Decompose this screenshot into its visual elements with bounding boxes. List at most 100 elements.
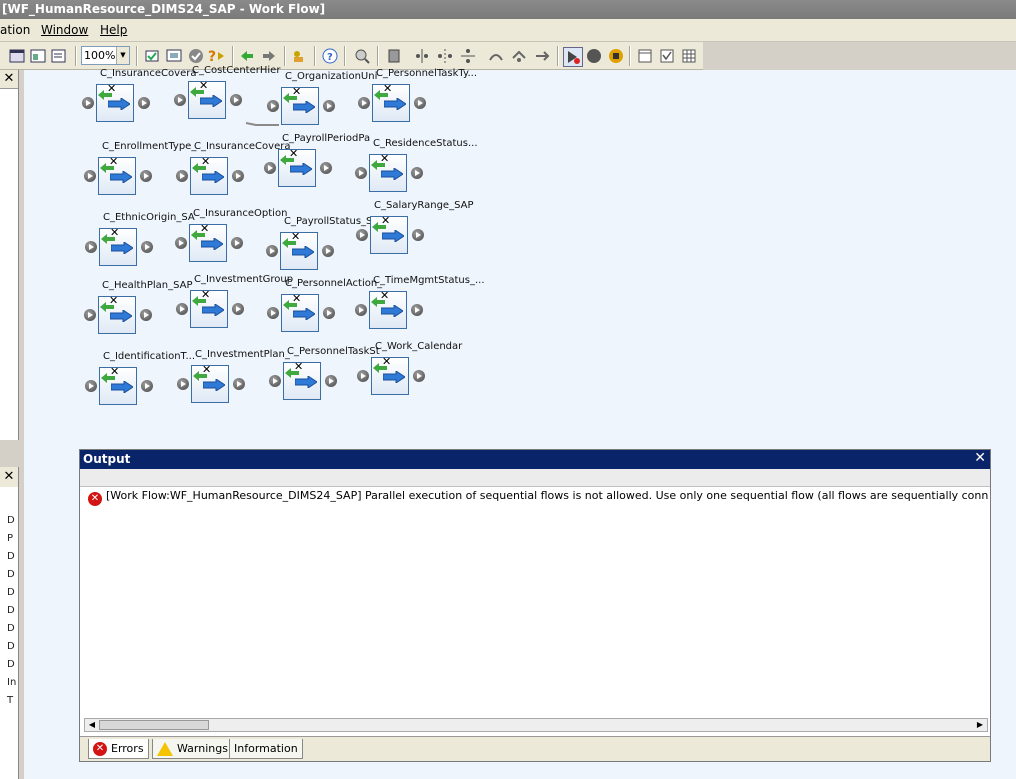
left-list-item[interactable]: D [7, 605, 15, 616]
output-port-icon[interactable] [231, 237, 243, 249]
input-port-icon[interactable] [176, 303, 188, 315]
user-key-icon[interactable] [290, 47, 308, 65]
error-tab-icon: ✕ [93, 741, 107, 756]
output-port-icon[interactable] [141, 380, 153, 392]
input-port-icon[interactable] [358, 97, 370, 109]
check-icon[interactable] [187, 47, 205, 65]
input-port-icon[interactable] [356, 229, 368, 241]
output-port-icon[interactable] [414, 97, 426, 109]
input-port-icon[interactable] [266, 245, 278, 257]
distribute-horizontal-icon[interactable] [436, 47, 454, 65]
output-port-icon[interactable] [233, 378, 245, 390]
input-port-icon[interactable] [85, 380, 97, 392]
output-port-icon[interactable] [323, 100, 335, 112]
output-port-icon[interactable] [141, 241, 153, 253]
node-label: C_PayrollPeriodPa [282, 133, 371, 144]
input-port-icon[interactable] [85, 241, 97, 253]
menu-item-window[interactable]: Window [41, 23, 88, 37]
horizontal-scrollbar[interactable]: ◀ ▶ [84, 718, 988, 732]
output-port-icon[interactable] [325, 375, 337, 387]
validate-icon[interactable] [143, 47, 161, 65]
flow-icon-1[interactable] [487, 47, 505, 65]
tab-errors[interactable]: ✕ Errors [88, 739, 149, 759]
grid-icon[interactable] [680, 47, 698, 65]
debug-icon[interactable] [563, 47, 583, 67]
output-port-icon[interactable] [323, 307, 335, 319]
node-label: C_EnrollmentType_ [102, 141, 197, 152]
left-list-item[interactable]: D [7, 623, 15, 634]
input-port-icon[interactable] [264, 162, 276, 174]
zoom-fit-icon[interactable] [353, 47, 371, 65]
flow-icon-3[interactable] [533, 47, 551, 65]
input-port-icon[interactable] [84, 309, 96, 321]
output-port-icon[interactable] [320, 162, 332, 174]
output-port-icon[interactable] [322, 245, 334, 257]
back-arrow-icon[interactable] [238, 47, 256, 65]
left-list-item[interactable]: D [7, 569, 15, 580]
scroll-thumb[interactable] [99, 720, 209, 730]
layout-icon[interactable] [29, 47, 47, 65]
flow-icon-2[interactable] [510, 47, 528, 65]
dataflow-icon: ✕ [281, 85, 319, 125]
error-message-row[interactable]: ✕ [Work Flow:WF_HumanResource_DIMS24_SAP]… [88, 488, 988, 506]
view-icon-2[interactable] [658, 47, 676, 65]
input-port-icon[interactable] [357, 370, 369, 382]
scroll-right-icon[interactable]: ▶ [973, 719, 987, 731]
left-list-item[interactable]: D [7, 641, 15, 652]
output-port-icon[interactable] [411, 304, 423, 316]
output-port-icon[interactable] [411, 167, 423, 179]
output-close-icon[interactable]: ✕ [974, 450, 986, 466]
menu-item-help[interactable]: Help [100, 23, 127, 37]
tab-information[interactable]: Information [229, 739, 303, 759]
breakpoint-icon[interactable] [585, 47, 603, 65]
menu-item-ation[interactable]: ation [0, 23, 30, 37]
properties-icon[interactable] [50, 47, 68, 65]
left-list-item[interactable]: D [7, 515, 15, 526]
stop-icon[interactable] [607, 47, 625, 65]
input-port-icon[interactable] [84, 170, 96, 182]
tab-warnings[interactable]: Warnings [152, 739, 233, 759]
left-list-item[interactable]: P [7, 533, 13, 544]
output-port-icon[interactable] [413, 370, 425, 382]
input-port-icon[interactable] [267, 100, 279, 112]
left-list-item[interactable]: D [7, 587, 15, 598]
zoom-select[interactable]: 100% ▼ [81, 46, 130, 65]
distribute-vertical-icon[interactable] [459, 47, 477, 65]
blue-arrow-icon [202, 304, 224, 316]
scroll-left-icon[interactable]: ◀ [85, 719, 99, 731]
output-toolbar [80, 469, 990, 487]
left-list-item[interactable]: D [7, 551, 15, 562]
input-port-icon[interactable] [82, 97, 94, 109]
output-port-icon[interactable] [140, 170, 152, 182]
left-panel-close-icon[interactable]: ✕ [0, 70, 18, 89]
input-port-icon[interactable] [355, 167, 367, 179]
output-port-icon[interactable] [232, 170, 244, 182]
validate-all-icon[interactable] [165, 47, 183, 65]
help-query-icon[interactable]: ? [208, 47, 226, 65]
object-icon[interactable] [385, 47, 403, 65]
input-port-icon[interactable] [177, 378, 189, 390]
input-port-icon[interactable] [355, 304, 367, 316]
left-list-item[interactable]: T [7, 695, 13, 706]
window-list-icon[interactable] [8, 47, 26, 65]
blue-arrow-icon [381, 168, 403, 180]
view-icon-1[interactable] [636, 47, 654, 65]
input-port-icon[interactable] [175, 237, 187, 249]
output-port-icon[interactable] [140, 309, 152, 321]
help-icon[interactable]: ? [321, 47, 339, 65]
input-port-icon[interactable] [267, 307, 279, 319]
left-list-item[interactable]: In [7, 677, 16, 688]
output-port-icon[interactable] [412, 229, 424, 241]
node-label: C_ResidenceStatus... [373, 138, 478, 149]
left-list-item[interactable]: D [7, 659, 15, 670]
output-port-icon[interactable] [230, 94, 242, 106]
input-port-icon[interactable] [269, 375, 281, 387]
input-port-icon[interactable] [176, 170, 188, 182]
forward-arrow-icon[interactable] [260, 47, 278, 65]
left-panel-bottom-close-icon[interactable]: ✕ [0, 467, 18, 487]
input-port-icon[interactable] [174, 94, 186, 106]
output-port-icon[interactable] [232, 303, 244, 315]
align-vertical-icon[interactable] [413, 47, 431, 65]
output-port-icon[interactable] [138, 97, 150, 109]
blue-arrow-icon [111, 242, 133, 254]
